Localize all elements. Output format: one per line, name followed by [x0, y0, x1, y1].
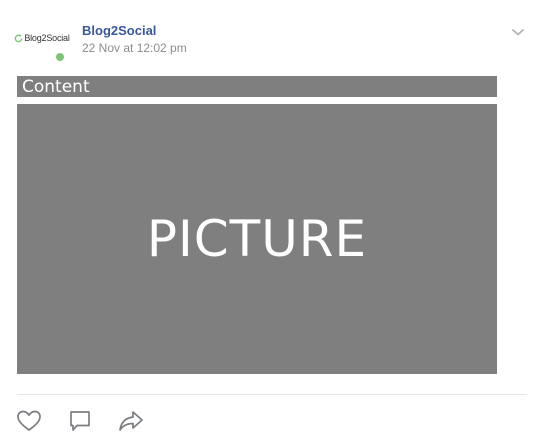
- online-status-dot: [56, 53, 64, 61]
- share-button[interactable]: [118, 408, 144, 434]
- share-icon: [119, 411, 143, 431]
- blog2social-logo: Blog2Social: [14, 33, 70, 43]
- divider: [17, 394, 527, 395]
- comment-icon: [70, 411, 90, 431]
- comment-button[interactable]: [67, 408, 93, 434]
- post-timestamp[interactable]: 22 Nov at 12:02 pm: [82, 41, 187, 56]
- post-author[interactable]: Blog2Social: [82, 23, 156, 39]
- post-picture[interactable]: PICTURE: [17, 104, 497, 374]
- feed-post: Blog2Social Blog2Social 22 Nov at 12:02 …: [0, 0, 544, 442]
- like-button[interactable]: [16, 408, 42, 434]
- avatar-logo-text: Blog2Social: [24, 33, 70, 43]
- refresh-logo-icon: [14, 33, 23, 42]
- heart-icon: [17, 410, 41, 431]
- picture-label: PICTURE: [146, 210, 368, 268]
- avatar[interactable]: Blog2Social: [12, 20, 72, 56]
- post-content-text: Content: [17, 76, 497, 97]
- chevron-down-icon[interactable]: [510, 24, 526, 40]
